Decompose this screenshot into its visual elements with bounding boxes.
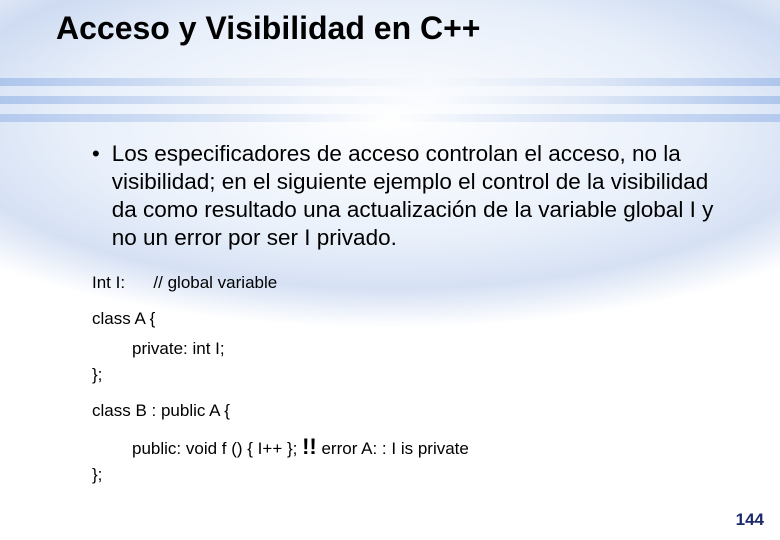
code-text: Int I: [92, 273, 125, 292]
slide-body: • Los especificadores de acceso controla… [92, 140, 720, 490]
decorative-stripes [0, 70, 780, 140]
bullet-marker: • [92, 140, 100, 168]
code-line: Int I: // global variable [92, 272, 720, 294]
bullet-item: • Los especificadores de acceso controla… [92, 140, 720, 252]
code-text: public: void f () { I++ }; [132, 439, 302, 458]
decorative-stripe [0, 114, 780, 122]
slide: Acceso y Visibilidad en C++ • Los especi… [0, 0, 780, 540]
code-line: public: void f () { I++ }; !! error A: :… [92, 436, 720, 460]
code-line: }; [92, 364, 720, 386]
code-comment: // global variable [153, 273, 277, 292]
error-bangs: !! [302, 434, 317, 459]
slide-title: Acceso y Visibilidad en C++ [56, 10, 740, 47]
code-line: private: int I; [92, 338, 720, 360]
code-line: }; [92, 464, 720, 486]
code-line: class A { [92, 308, 155, 330]
code-block: Int I: // global variable class A { priv… [92, 272, 720, 486]
code-line: class B : public A { [92, 400, 230, 422]
page-number: 144 [736, 510, 764, 530]
bullet-text: Los especificadores de acceso controlan … [112, 140, 720, 252]
code-error-text: error A: : I is private [317, 439, 469, 458]
